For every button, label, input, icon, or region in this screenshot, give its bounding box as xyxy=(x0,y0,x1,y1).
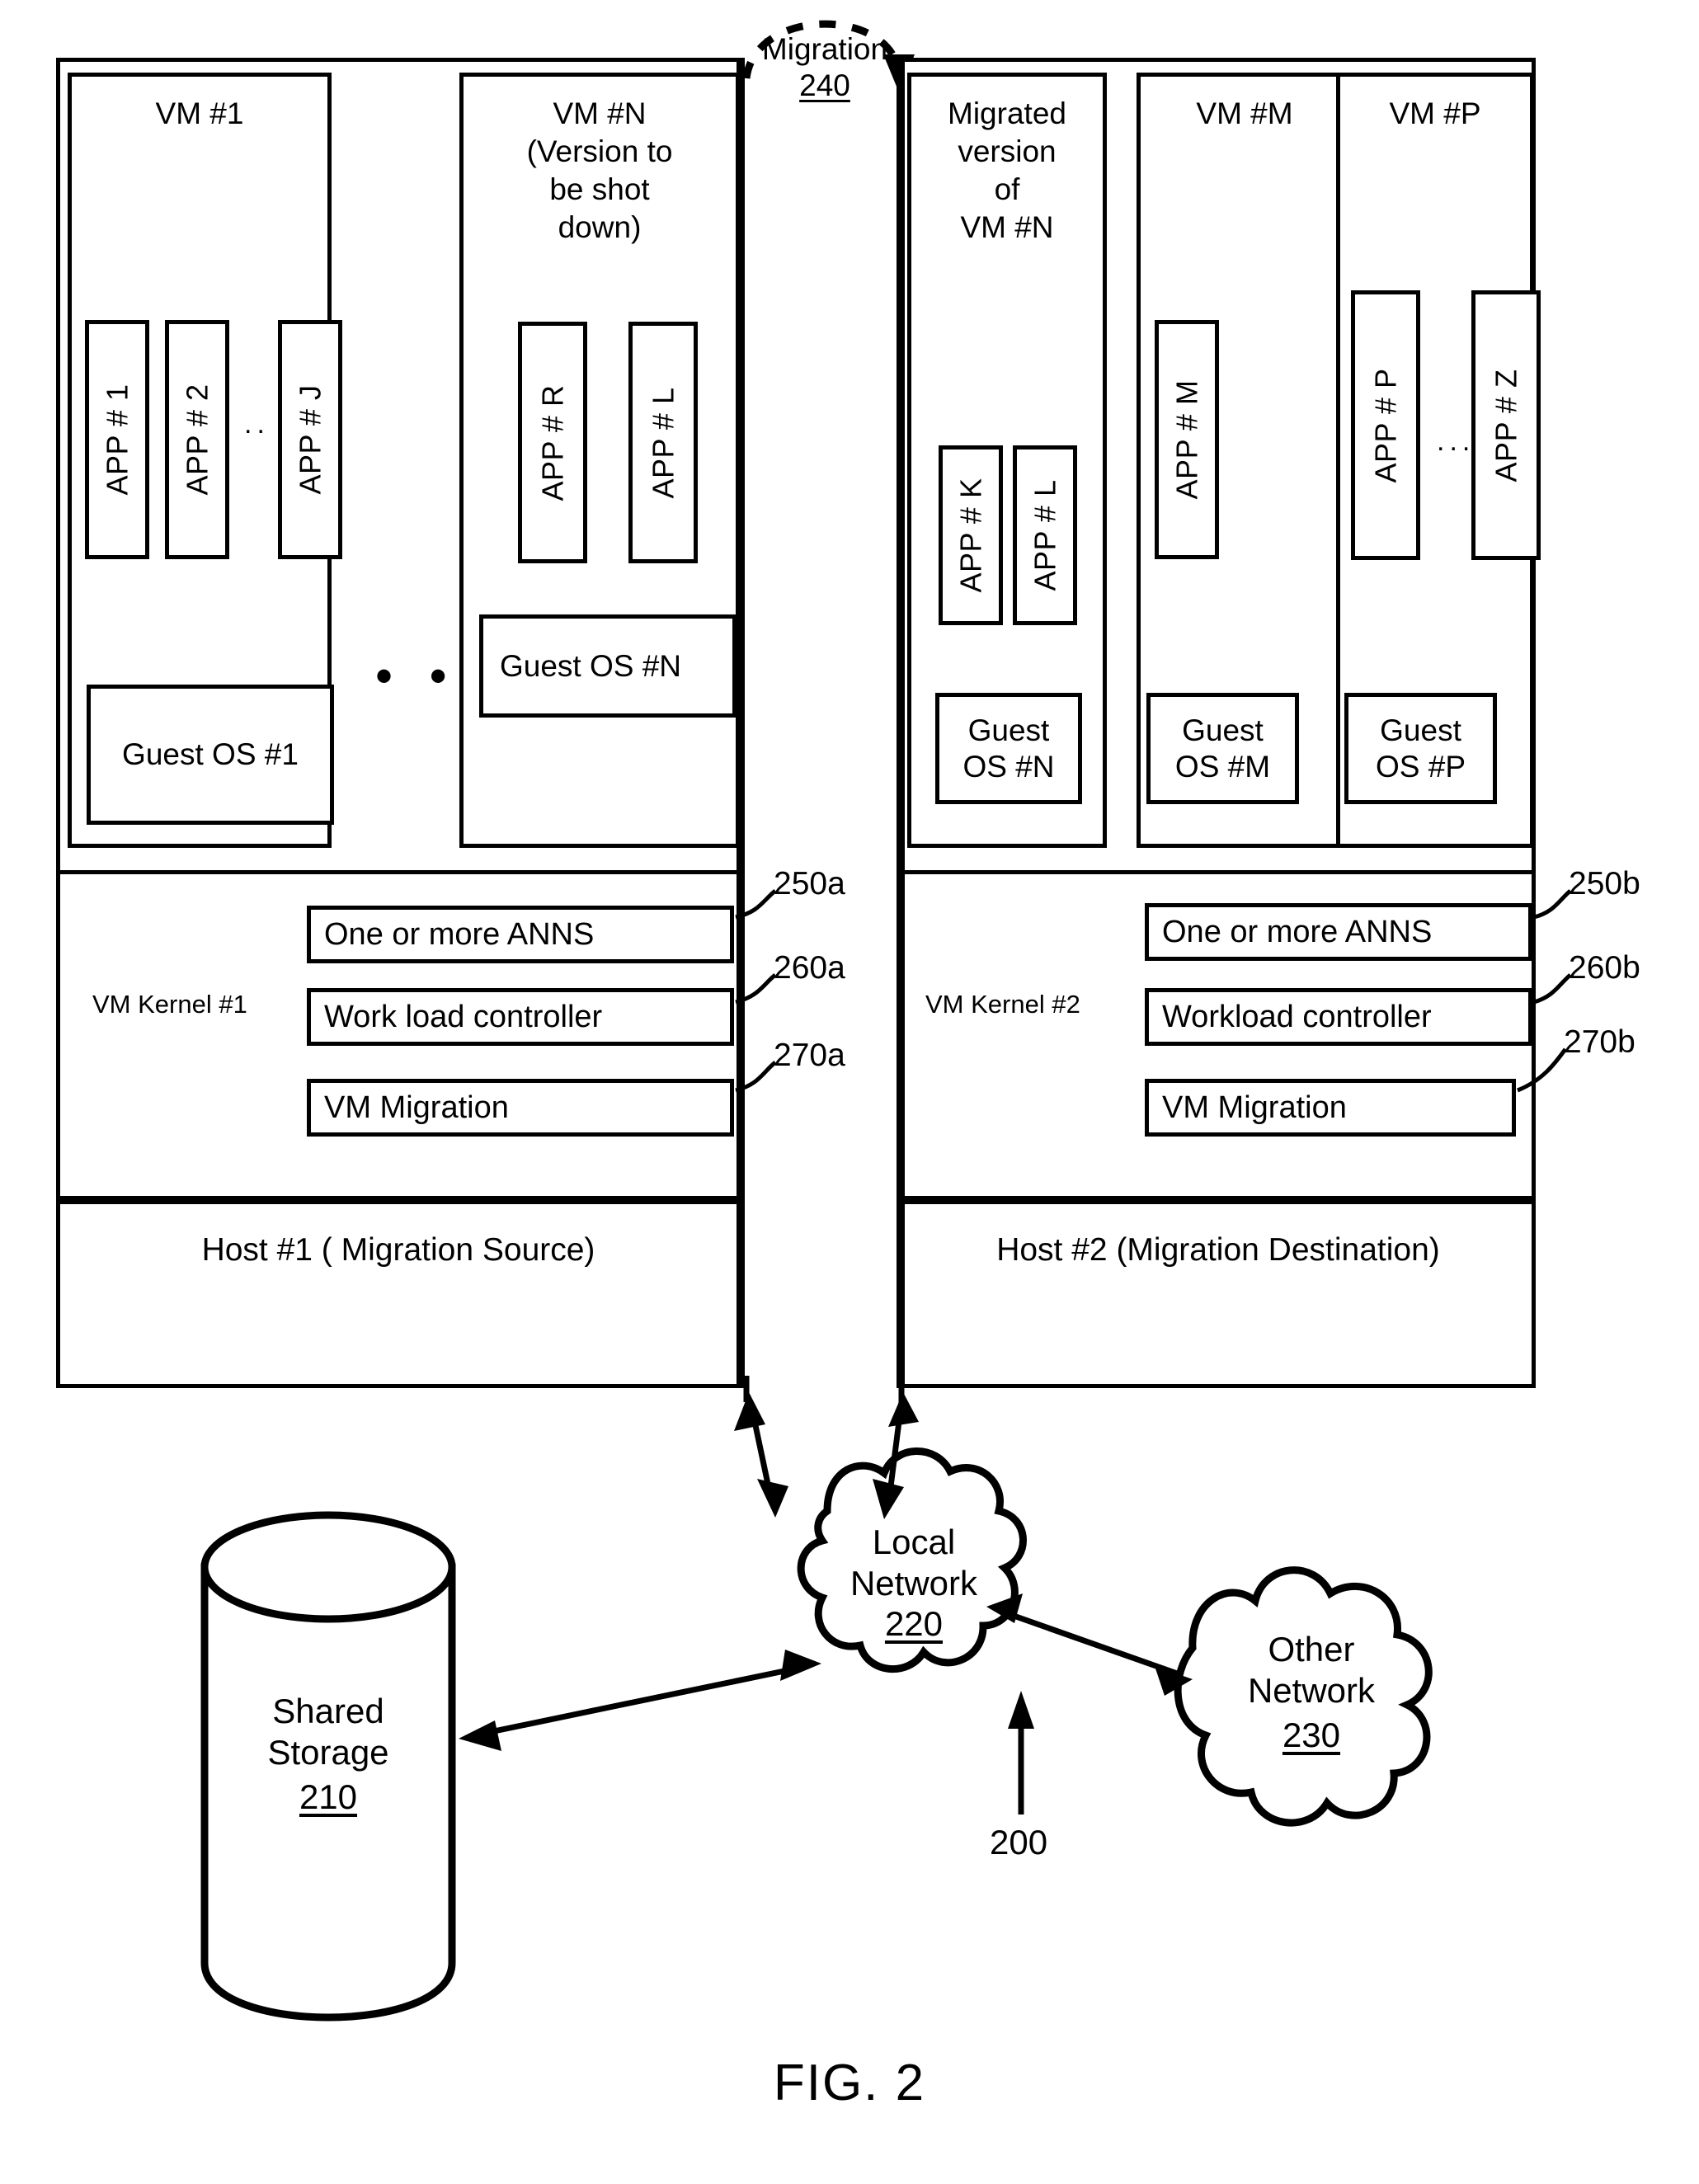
other-network-label: Other Network xyxy=(1247,1630,1376,1710)
system-ref-200: 200 xyxy=(990,1823,1048,1862)
shared-storage-label: Shared Storage xyxy=(267,1692,389,1772)
local-network-label: Local Network xyxy=(849,1523,978,1603)
arrow-other-to-local-network xyxy=(986,1593,1193,1696)
shared-storage-ref: 210 xyxy=(299,1777,358,1816)
arrow-storage-to-local-network xyxy=(459,1650,821,1751)
local-network-ref: 220 xyxy=(884,1604,944,1643)
other-network-ref: 230 xyxy=(1282,1716,1341,1754)
figure-caption: FIG. 2 xyxy=(773,2055,926,2111)
network-graphics-svg xyxy=(200,1376,1433,2022)
arrow-host1-to-local-network xyxy=(734,1376,788,1518)
figure-canvas: Migration 240 VM #1 APP # 1 APP # 2 .. A… xyxy=(0,0,1699,2184)
system-ref-leader-200 xyxy=(1008,1691,1034,1815)
